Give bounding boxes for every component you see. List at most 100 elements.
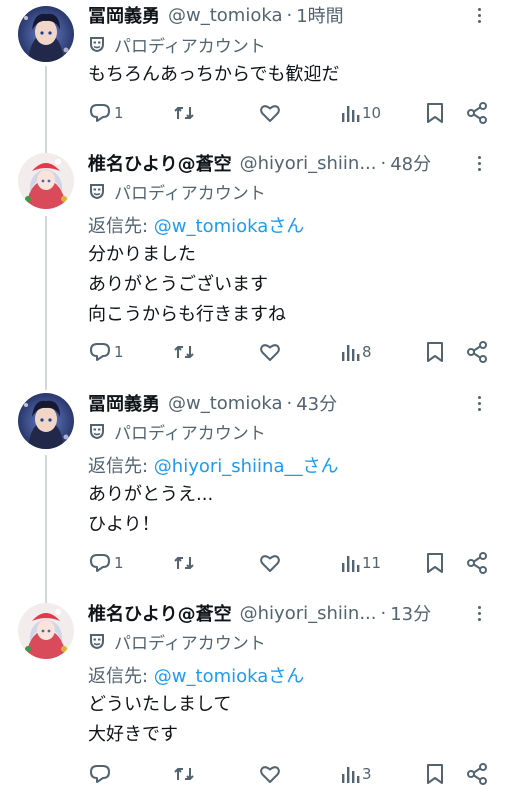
user-handle[interactable]: @w_tomioka (168, 393, 282, 414)
parody-label: パロディアカウント (88, 179, 266, 204)
avatar[interactable] (18, 603, 74, 659)
more-dots-icon[interactable] (469, 150, 489, 176)
heart-icon (260, 344, 280, 361)
share-button[interactable] (466, 550, 488, 576)
separator-dot: · (380, 602, 387, 624)
timestamp[interactable]: 43分 (296, 390, 337, 416)
user-handle[interactable]: @hiyori_shiin... (240, 603, 377, 624)
bookmark-icon (427, 342, 443, 362)
display-name[interactable]: 椎名ひより@蒼空 (88, 600, 232, 626)
post-header: 椎名ひより@蒼空 @hiyori_shiin... · 48分 (88, 150, 478, 176)
views-bars-icon (342, 767, 360, 783)
reply-count: 1 (114, 104, 124, 122)
timestamp[interactable]: 48分 (390, 150, 431, 176)
post[interactable]: 冨岡義勇 @w_tomioka · 43分 パロディアカウント 返信先: @hi… (0, 380, 513, 590)
post-text-line: 向こうからも行きますね (88, 304, 286, 325)
parody-mask-icon (90, 634, 104, 650)
post[interactable]: 椎名ひより@蒼空 @hiyori_shiin... · 48分 パロディアカウン… (0, 140, 513, 380)
views-button[interactable]: 8 (340, 339, 372, 365)
reply-button[interactable] (88, 761, 114, 787)
bookmark-icon (427, 553, 443, 573)
more-dots-icon[interactable] (469, 390, 489, 416)
reply-bubble-icon (90, 343, 110, 361)
reply-button[interactable]: 1 (88, 550, 124, 576)
repost-button[interactable] (172, 100, 198, 126)
avatar[interactable] (18, 6, 74, 62)
reply-to-mention[interactable]: @hiyori_shiina__ (154, 456, 303, 477)
heart-icon (260, 766, 280, 783)
share-icon (467, 102, 487, 124)
avatar[interactable] (18, 393, 74, 449)
more-dots-icon[interactable] (469, 2, 489, 28)
bookmark-button[interactable] (425, 550, 445, 576)
repost-button[interactable] (172, 550, 198, 576)
timestamp[interactable]: 13分 (390, 600, 431, 626)
reply-to-prefix: 返信先: (88, 216, 154, 237)
share-button[interactable] (466, 100, 488, 126)
parody-mask-icon (90, 37, 104, 53)
reply-to-line: 返信先: @w_tomiokaさん (88, 212, 304, 238)
bookmark-button[interactable] (425, 339, 445, 365)
heart-icon (260, 105, 280, 122)
reply-to-mention[interactable]: @w_tomioka (154, 666, 268, 687)
parody-label-text: パロディアカウント (114, 423, 266, 444)
display-name[interactable]: 冨岡義勇 (88, 2, 160, 28)
parody-label-text: パロディアカウント (114, 183, 266, 204)
bookmark-icon (427, 764, 443, 784)
post[interactable]: 冨岡義勇 @w_tomioka · 1時間 パロディアカウント もちろんあっちか… (0, 0, 513, 140)
repost-arrows-icon (174, 556, 194, 570)
like-button[interactable] (258, 100, 284, 126)
user-handle[interactable]: @hiyori_shiin... (240, 153, 377, 174)
views-bars-icon (342, 556, 360, 572)
bookmark-button[interactable] (425, 761, 445, 787)
reply-button[interactable]: 1 (88, 100, 124, 126)
repost-arrows-icon (174, 106, 194, 120)
reply-to-line: 返信先: @w_tomiokaさん (88, 662, 304, 688)
views-button[interactable]: 11 (340, 550, 381, 576)
parody-mask-icon (90, 184, 104, 200)
reply-to-suffix: さん (268, 666, 305, 687)
bookmark-button[interactable] (425, 100, 445, 126)
share-button[interactable] (466, 339, 488, 365)
heart-icon (260, 555, 280, 572)
post-text-line: ありがとうえ... (88, 484, 214, 505)
reply-count: 1 (114, 343, 124, 361)
repost-button[interactable] (172, 339, 198, 365)
post-header: 冨岡義勇 @w_tomioka · 43分 (88, 390, 478, 416)
action-bar: 1 10 (88, 100, 498, 126)
views-button[interactable]: 10 (340, 100, 381, 126)
reply-to-prefix: 返信先: (88, 666, 154, 687)
view-count: 10 (362, 104, 382, 122)
avatar[interactable] (18, 153, 74, 209)
post-text-line: ひより！ (88, 514, 160, 535)
separator-dot: · (286, 392, 293, 414)
display-name[interactable]: 冨岡義勇 (88, 390, 160, 416)
reply-to-mention[interactable]: @w_tomioka (154, 216, 268, 237)
reply-button[interactable]: 1 (88, 339, 124, 365)
post-text-line: もちろんあっちからでも歓迎だ (88, 64, 340, 85)
parody-label: パロディアカウント (88, 419, 266, 444)
post-text-line: ありがとうございます (88, 274, 268, 295)
display-name[interactable]: 椎名ひより@蒼空 (88, 150, 232, 176)
view-count: 8 (362, 343, 372, 361)
user-handle[interactable]: @w_tomioka (168, 5, 282, 26)
reply-to-prefix: 返信先: (88, 456, 154, 477)
parody-label-text: パロディアカウント (114, 36, 266, 57)
views-button[interactable]: 3 (340, 761, 372, 787)
repost-button[interactable] (172, 761, 198, 787)
like-button[interactable] (258, 761, 284, 787)
more-dots-icon[interactable] (469, 600, 489, 626)
bookmark-icon (427, 103, 443, 123)
share-button[interactable] (466, 761, 488, 787)
timestamp[interactable]: 1時間 (296, 2, 343, 28)
like-button[interactable] (258, 339, 284, 365)
post[interactable]: 椎名ひより@蒼空 @hiyori_shiin... · 13分 パロディアカウン… (0, 590, 513, 800)
repost-arrows-icon (174, 767, 194, 781)
share-icon (467, 763, 487, 785)
post-header: 冨岡義勇 @w_tomioka · 1時間 (88, 2, 478, 28)
post-text-line: 分かりました (88, 244, 196, 265)
like-button[interactable] (258, 550, 284, 576)
parody-label-text: パロディアカウント (114, 633, 266, 654)
repost-arrows-icon (174, 345, 194, 359)
reply-count: 1 (114, 554, 124, 572)
